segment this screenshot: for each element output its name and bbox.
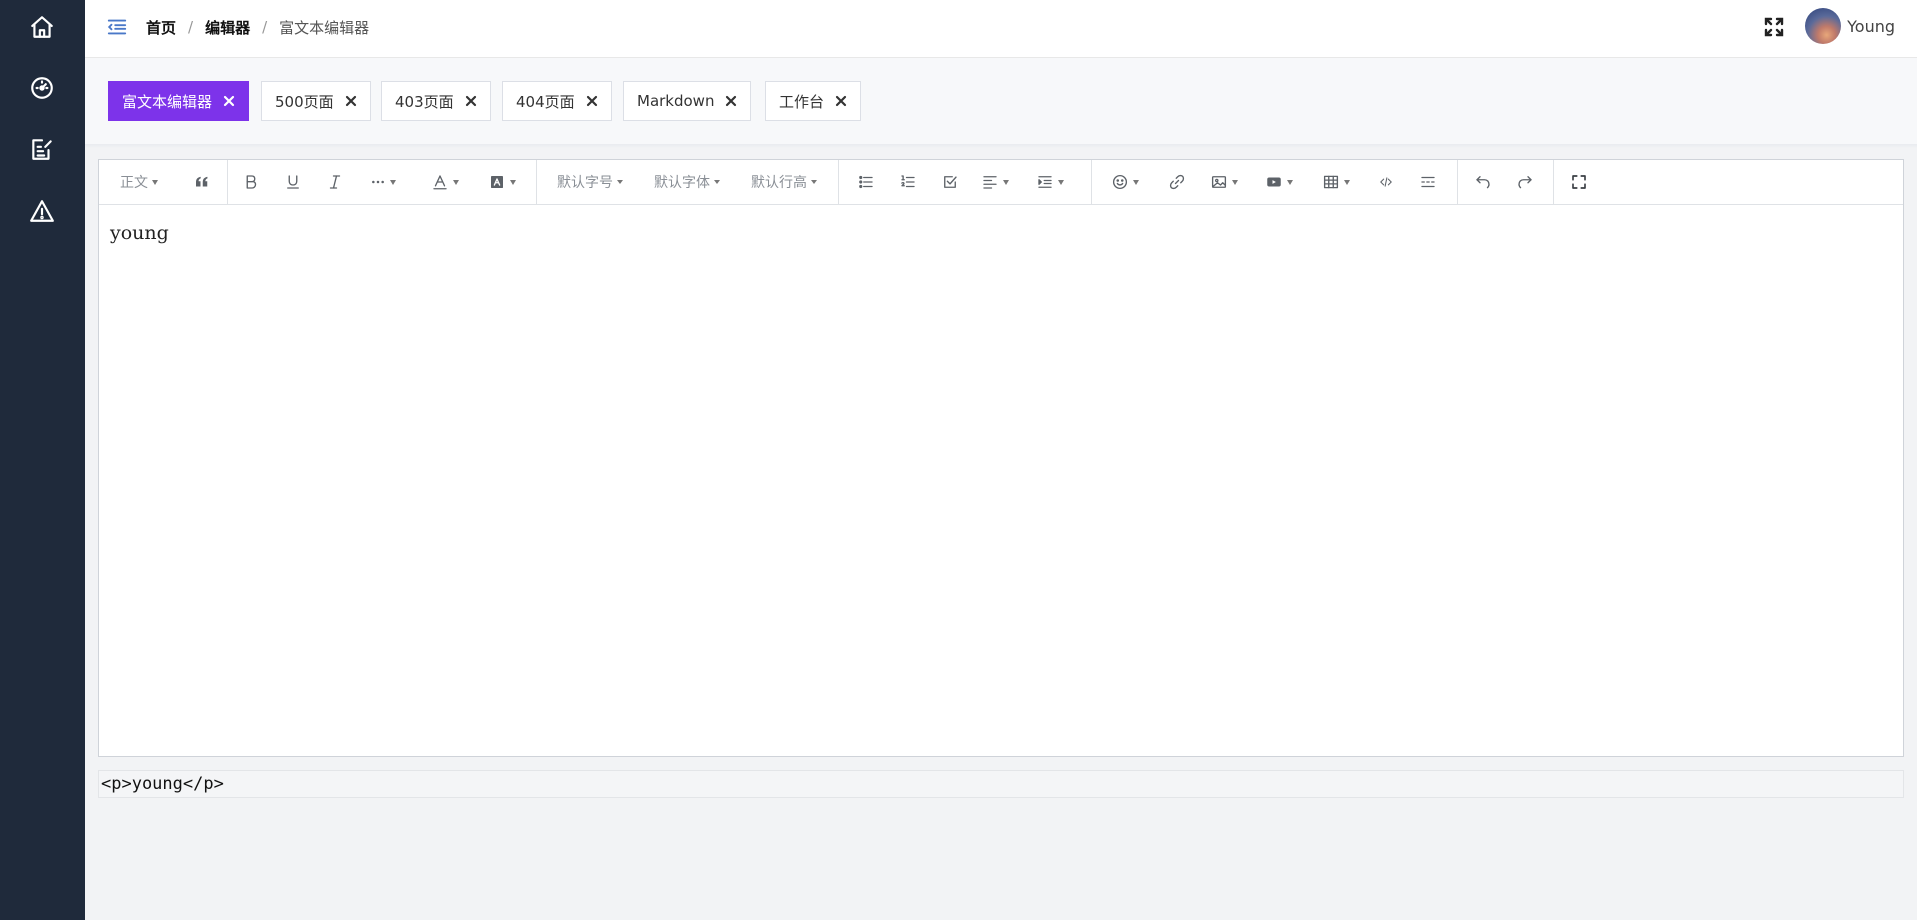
toolbar-divider [227,160,228,205]
avatar[interactable] [1805,8,1841,44]
underline-icon[interactable] [282,171,304,193]
font-size-select[interactable]: 默认字号 [554,171,626,193]
fullscreen-icon[interactable] [1762,15,1786,39]
tag-workbench[interactable]: 工作台 [765,81,862,121]
toolbar-divider [1457,160,1458,205]
editor-fullscreen-icon[interactable] [1568,171,1590,193]
font-family-select[interactable]: 默认字体 [651,171,723,193]
bold-icon[interactable] [240,171,262,193]
blockquote-icon[interactable] [191,171,213,193]
close-icon[interactable] [585,94,599,108]
font-size-label: 默认字号 [557,175,613,191]
redo-icon[interactable] [1514,171,1536,193]
tags-bar-divider [85,144,1917,148]
app-root: 首页 / 编辑器 / 富文本编辑器 Young 富文本编辑器 500页面 403… [0,0,1917,920]
breadcrumb-separator: / [262,18,268,36]
tag-label: Markdown [637,92,715,110]
close-icon[interactable] [222,94,236,108]
undo-icon[interactable] [1472,171,1494,193]
toolbar-divider [536,160,537,205]
toolbar-divider [1553,160,1554,205]
tag-label: 富文本编辑器 [122,92,213,111]
close-icon[interactable] [834,94,848,108]
sidebar [0,0,85,920]
menu-fold-icon[interactable] [106,16,128,38]
editor-content[interactable]: young [110,222,169,244]
tag-label: 404页面 [516,92,575,111]
emoji-icon[interactable] [1108,171,1142,193]
close-icon[interactable] [344,94,358,108]
toolbar-divider [1091,160,1092,205]
line-height-label: 默认行高 [751,175,807,191]
editor-toolbar: 正文 默认字号 默认字体 默认行高 [99,160,1903,205]
close-icon[interactable] [724,94,738,108]
top-header: 首页 / 编辑器 / 富文本编辑器 Young [85,0,1917,58]
more-styles-icon[interactable] [366,171,400,193]
tag-403-page[interactable]: 403页面 [381,81,491,121]
tags-bar: 富文本编辑器 500页面 403页面 404页面 Markdown 工作台 [85,58,1917,146]
bulleted-list-icon[interactable] [855,171,877,193]
breadcrumb-editor[interactable]: 编辑器 [205,17,250,38]
tag-label: 500页面 [275,92,334,111]
link-icon[interactable] [1166,171,1188,193]
rich-text-editor: 正文 默认字号 默认字体 默认行高 young [98,159,1904,757]
numbered-list-icon[interactable] [897,171,919,193]
font-color-icon[interactable] [428,171,462,193]
warning-icon[interactable] [27,196,57,226]
tag-label: 403页面 [395,92,454,111]
code-block-icon[interactable] [1375,171,1397,193]
divider-icon[interactable] [1417,171,1439,193]
breadcrumb-separator: / [188,18,194,36]
italic-icon[interactable] [324,171,346,193]
image-icon[interactable] [1207,171,1241,193]
line-height-select[interactable]: 默认行高 [748,171,820,193]
html-output: <p>young</p> [98,770,1904,798]
video-icon[interactable] [1262,171,1296,193]
toolbar-divider [838,160,839,205]
header-select[interactable]: 正文 [119,171,159,193]
breadcrumb: 首页 / 编辑器 / 富文本编辑器 [146,17,369,37]
header-select-label: 正文 [120,175,148,191]
breadcrumb-current: 富文本编辑器 [279,18,370,37]
editor-icon[interactable] [27,134,57,164]
tag-label: 工作台 [779,92,825,111]
todo-list-icon[interactable] [939,171,961,193]
close-icon[interactable] [464,94,478,108]
breadcrumb-home[interactable]: 首页 [146,17,176,38]
tag-markdown[interactable]: Markdown [623,81,752,121]
table-icon[interactable] [1319,171,1353,193]
username[interactable]: Young [1847,17,1895,36]
tag-500-page[interactable]: 500页面 [261,81,371,121]
background-color-icon[interactable] [485,171,519,193]
align-icon[interactable] [978,171,1012,193]
font-family-label: 默认字体 [654,175,710,191]
dashboard-icon[interactable] [27,73,57,103]
tag-rich-text-editor[interactable]: 富文本编辑器 [108,81,250,121]
home-icon[interactable] [27,12,57,42]
tag-404-page[interactable]: 404页面 [502,81,612,121]
indent-icon[interactable] [1033,171,1067,193]
